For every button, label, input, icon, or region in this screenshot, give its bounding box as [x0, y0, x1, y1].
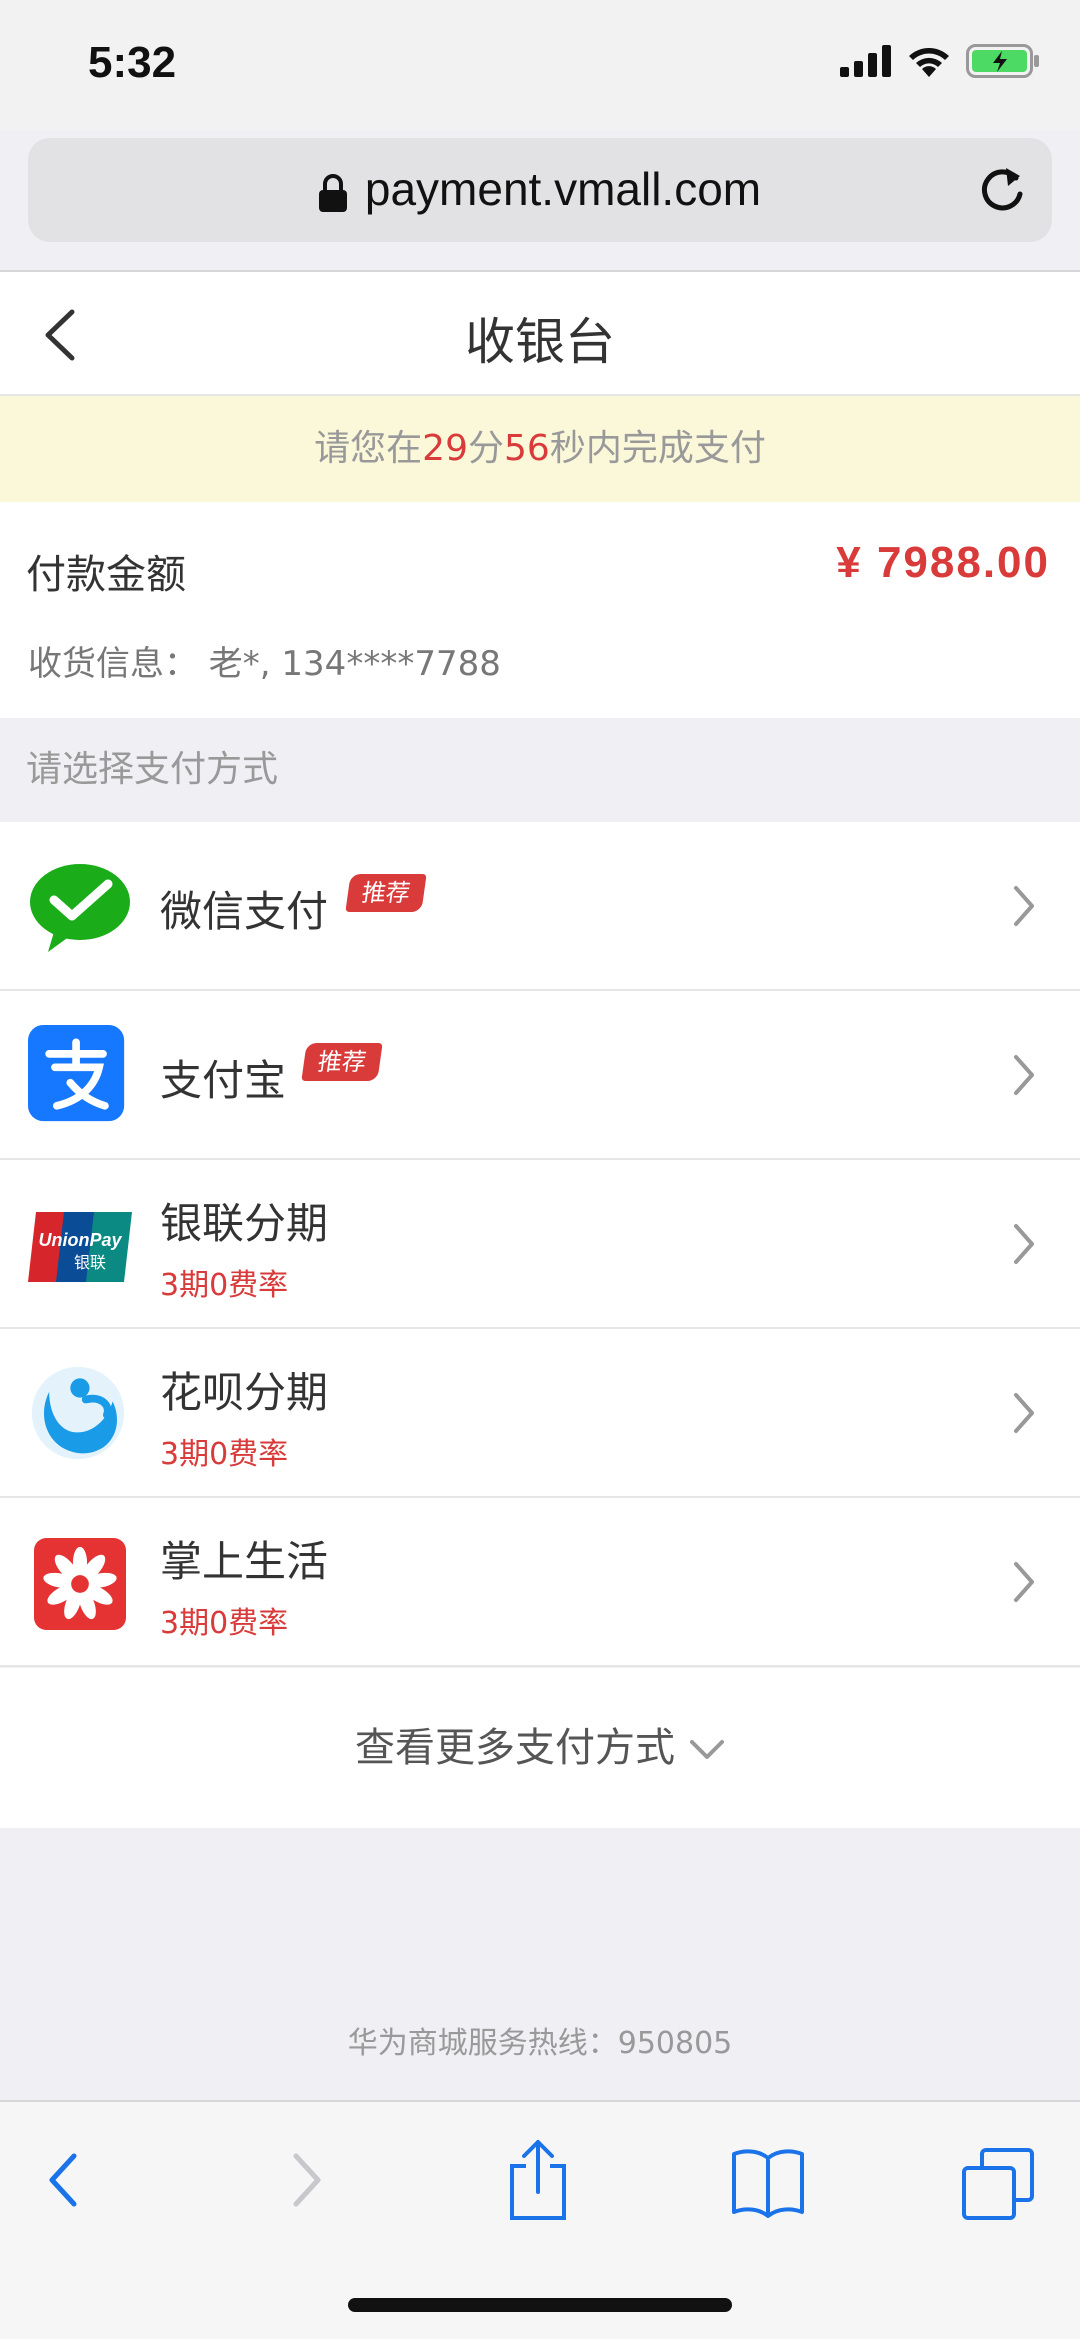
chevron-right-icon — [1014, 886, 1034, 926]
payment-option-zhangshang-shenghuo[interactable]: 掌上生活 3期0费率 — [0, 1498, 1080, 1667]
recommend-badge: 推荐 — [345, 874, 427, 912]
payment-option-wechat[interactable]: 微信支付 推荐 — [0, 822, 1080, 991]
status-bar: 5:32 payment.vmall.com — [0, 0, 1080, 242]
url-display: payment.vmall.com — [28, 162, 1052, 216]
installment-rate: 3期0费率 — [160, 1606, 289, 1641]
payment-option-alipay[interactable]: 支付宝 推荐 — [0, 991, 1080, 1160]
zhangshang-shenghuo-icon — [34, 1538, 126, 1630]
countdown-prefix: 请您在 — [314, 428, 423, 469]
installment-rate: 3期0费率 — [160, 1437, 289, 1472]
tabs-icon[interactable] — [962, 2148, 1034, 2220]
bookmarks-icon[interactable] — [730, 2148, 806, 2218]
home-indicator — [348, 2298, 732, 2312]
chevron-right-icon — [1014, 1224, 1034, 1264]
unionpay-logo-cn: 银联 — [74, 1253, 106, 1272]
chevron-right-icon — [1014, 1562, 1034, 1602]
payment-name: 微信支付 — [160, 887, 329, 936]
status-time: 5:32 — [88, 38, 177, 87]
amount-value: ¥ 7988.00 — [836, 538, 1050, 587]
payment-name: 掌上生活 — [160, 1537, 329, 1586]
unionpay-icon: UnionPay 银联 — [28, 1212, 132, 1282]
payment-name: 花呗分期 — [160, 1368, 329, 1417]
more-payment-methods-label: 查看更多支付方式 — [355, 1725, 675, 1771]
service-hotline: 华为商城服务热线：950805 — [347, 2026, 733, 2061]
status-icons — [840, 44, 1040, 78]
recommend-badge: 推荐 — [301, 1043, 383, 1081]
amount-label: 付款金额 — [26, 552, 186, 598]
payment-option-unionpay-installment[interactable]: UnionPay 银联 银联分期 3期0费率 — [0, 1160, 1080, 1329]
shipping-info: 收货信息： 老*, 134****7788 — [28, 644, 501, 684]
battery-icon — [966, 44, 1039, 78]
alipay-icon — [28, 1025, 125, 1122]
payment-name: 银联分期 — [160, 1199, 329, 1248]
signal-icon — [840, 45, 891, 77]
countdown-seconds: 56 — [504, 428, 550, 469]
payment-name: 支付宝 — [160, 1056, 287, 1105]
page-header: 收银台 — [0, 272, 1080, 396]
more-payment-methods-button[interactable]: 查看更多支付方式 — [0, 1668, 1080, 1828]
chevron-right-icon — [1014, 1055, 1034, 1095]
wifi-icon — [909, 48, 949, 77]
countdown-suffix: 秒内完成支付 — [549, 428, 766, 469]
installment-rate: 3期0费率 — [160, 1268, 289, 1303]
wechat-pay-icon — [30, 864, 130, 952]
browser-forward-icon[interactable] — [286, 2148, 326, 2212]
payment-option-huabei-installment[interactable]: 花呗分期 3期0费率 — [0, 1329, 1080, 1498]
payment-section-title: 请选择支付方式 — [0, 718, 1080, 822]
chevron-right-icon — [1014, 1393, 1034, 1433]
payment-method-list: 微信支付 推荐 支付宝 推荐 UnionPay 银联 银联分期 3期0费率 花呗… — [0, 822, 1080, 1667]
lock-icon — [318, 173, 347, 212]
reload-icon[interactable] — [976, 164, 1028, 216]
payment-countdown: 请您在29分56秒内完成支付 — [0, 396, 1080, 502]
url-text: payment.vmall.com — [364, 163, 762, 215]
countdown-minutes: 29 — [422, 428, 468, 469]
address-bar[interactable]: payment.vmall.com — [28, 138, 1052, 242]
chevron-down-icon — [690, 1740, 724, 1759]
page-title: 收银台 — [465, 313, 615, 371]
unionpay-logo-text: UnionPay — [38, 1230, 122, 1250]
browser-back-icon[interactable] — [44, 2148, 84, 2212]
huabei-icon — [31, 1366, 125, 1460]
share-icon[interactable] — [506, 2138, 570, 2222]
amount-section: 付款金额 ¥ 7988.00 收货信息： 老*, 134****7788 — [0, 502, 1080, 718]
countdown-minute-unit: 分 — [467, 428, 504, 469]
